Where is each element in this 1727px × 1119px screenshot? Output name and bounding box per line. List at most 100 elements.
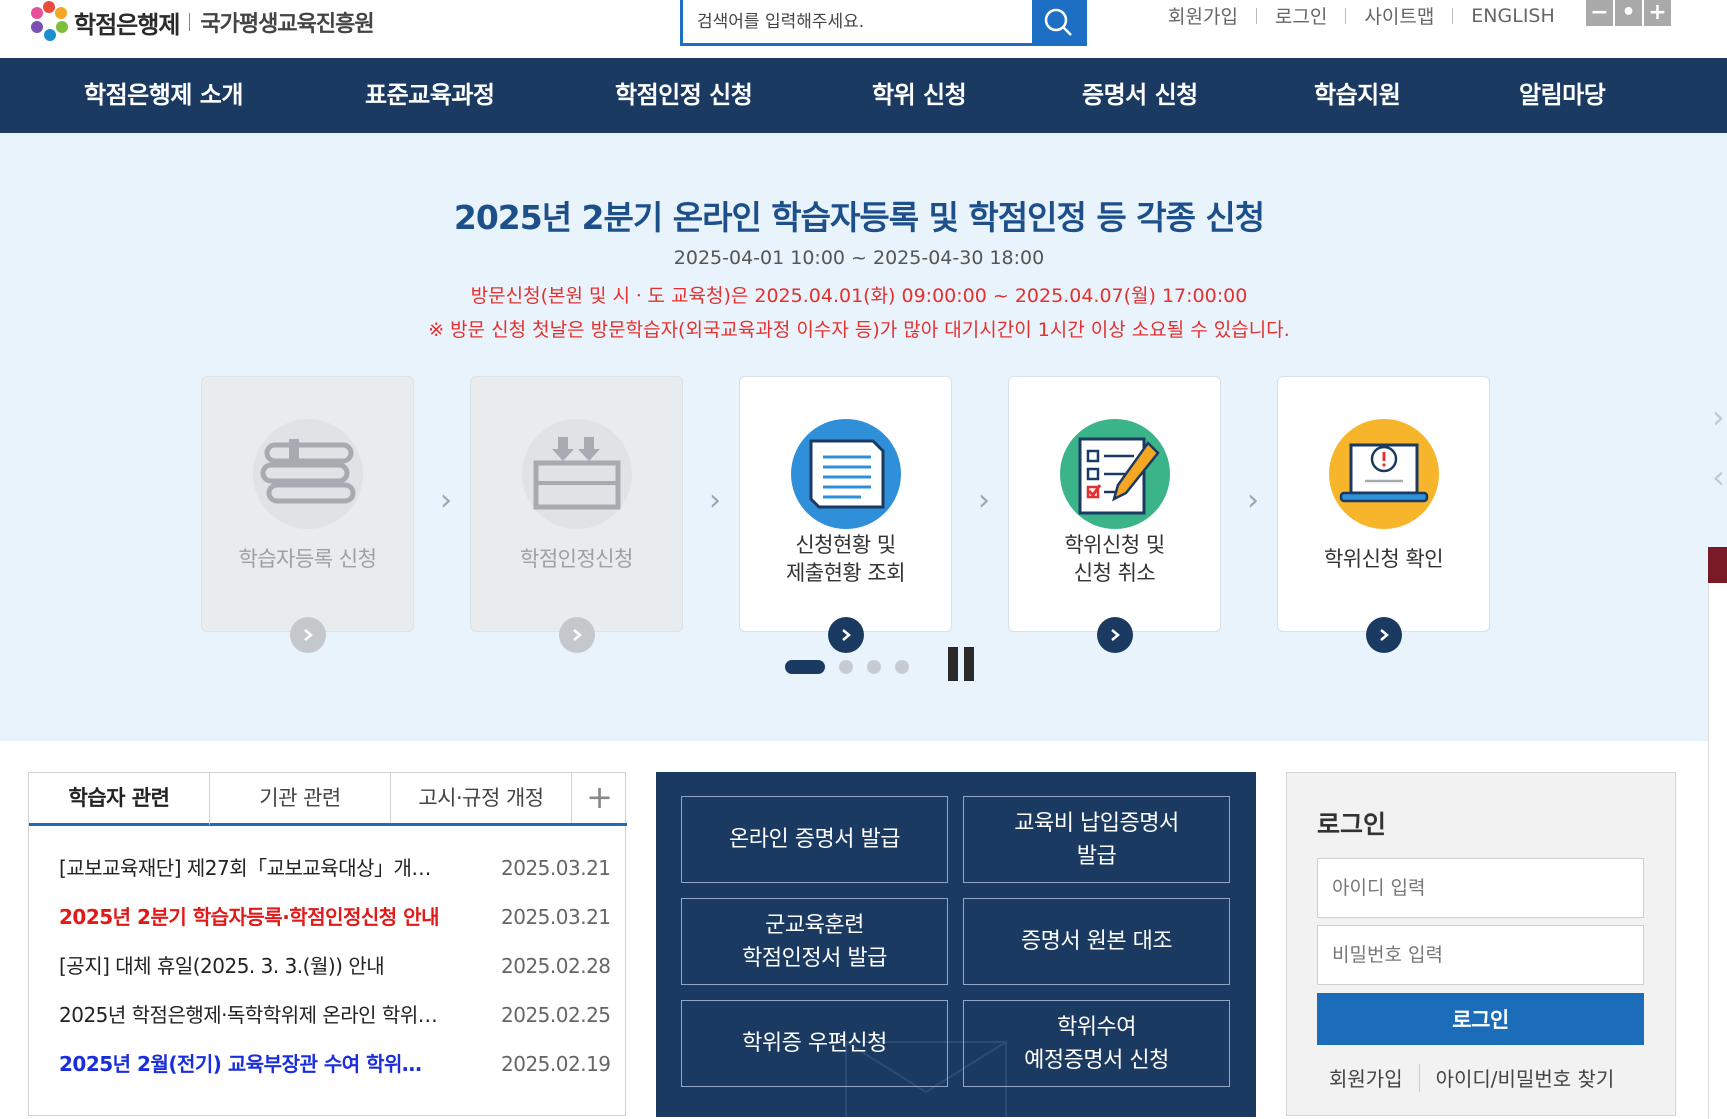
- english-link[interactable]: ENGLISH: [1471, 5, 1554, 27]
- button-label: 학위증 우편신청: [742, 1027, 887, 1060]
- military-credit-certificate-button[interactable]: 군교육훈련학점인정서 발급: [681, 898, 948, 985]
- site-logo[interactable]: 학점은행제 국가평생교육진흥원: [28, 0, 375, 44]
- banner-visit-note: 방문신청(본원 및 시ㆍ도 교육청)은 2025.04.01(화) 09:00:…: [470, 285, 1248, 307]
- chevron-left-icon[interactable]: ‹: [1712, 458, 1725, 496]
- notice-title[interactable]: 2025년 2분기 학습자등록·학점인정신청 안내: [59, 902, 439, 932]
- card-go-button[interactable]: [828, 617, 864, 653]
- card-status-inquiry[interactable]: 신청현황 및 제출현황 조회: [739, 376, 952, 653]
- diploma-mail-button[interactable]: 학위증 우편신청: [681, 1000, 948, 1087]
- button-label: 교육비 납입증명서발급: [1014, 807, 1179, 873]
- nav-item-certificate[interactable]: 증명서 신청: [1082, 58, 1198, 133]
- login-password-input[interactable]: [1317, 925, 1644, 985]
- slide-dot-2[interactable]: [839, 660, 853, 674]
- notice-title[interactable]: [교보교육재단] 제27회「교보교육대상」개최 안내: [59, 853, 439, 883]
- card-degree-apply-cancel[interactable]: 학위신청 및 신청 취소: [1008, 376, 1221, 653]
- pause-button[interactable]: [948, 647, 978, 681]
- label-line: 교육비 납입증명서: [1014, 810, 1179, 836]
- step-arrow-icon: ›: [440, 483, 452, 518]
- nav-item-learning-support[interactable]: 학습지원: [1314, 58, 1401, 133]
- font-reset-button[interactable]: •: [1615, 0, 1642, 26]
- login-box: 로그인 로그인 회원가입 아이디/비밀번호 찾기: [1286, 772, 1676, 1116]
- search-button[interactable]: [1032, 0, 1084, 43]
- login-button[interactable]: 로그인: [1317, 993, 1644, 1045]
- card-go-button[interactable]: [290, 617, 326, 653]
- tuition-certificate-button[interactable]: 교육비 납입증명서발급: [963, 796, 1230, 883]
- label-line: 군교육훈련: [765, 912, 864, 938]
- card-learner-registration[interactable]: 학습자등록 신청: [201, 376, 414, 653]
- login-signup-link[interactable]: 회원가입: [1329, 1063, 1403, 1092]
- side-quick-tab[interactable]: [1708, 547, 1727, 583]
- slide-dot-3[interactable]: [867, 660, 881, 674]
- logo-flower-icon: [28, 1, 70, 43]
- card-degree-check[interactable]: 학위신청 확인: [1277, 376, 1490, 653]
- nav-item-credit-apply[interactable]: 학점인정 신청: [615, 58, 753, 133]
- tab-institution[interactable]: 기관 관련: [210, 773, 391, 823]
- chevron-right-icon: [573, 629, 582, 641]
- login-id-input[interactable]: [1317, 858, 1644, 918]
- tab-learner[interactable]: 학습자 관련: [29, 773, 210, 826]
- notice-date: 2025.03.21: [501, 905, 611, 929]
- label-line: 증명서 원본 대조: [1020, 929, 1173, 954]
- card-go-button[interactable]: [1097, 617, 1133, 653]
- list-item[interactable]: 2025년 학점은행제·독학학위제 온라인 학위수여식 안내 2025.02.2…: [59, 1000, 611, 1049]
- label-line: 학위증 우편신청: [742, 1031, 887, 1056]
- login-title: 로그인: [1317, 810, 1387, 839]
- tab-regulation[interactable]: 고시·규정 개정: [391, 773, 572, 823]
- card-label: 학점인정신청: [520, 547, 633, 571]
- notice-list: [교보교육재단] 제27회「교보교육대상」개최 안내 2025.03.21 20…: [59, 853, 611, 1098]
- step-arrow-icon: ›: [978, 483, 990, 518]
- login-link[interactable]: 로그인: [1275, 2, 1327, 29]
- main-nav: 학점은행제 소개 표준교육과정 학점인정 신청 학위 신청 증명서 신청 학습지…: [0, 58, 1727, 133]
- divider: [1452, 7, 1454, 24]
- slide-dot-4[interactable]: [895, 660, 909, 674]
- label-line: 발급: [1076, 843, 1117, 869]
- label-line: 예정증명서 신청: [1024, 1047, 1169, 1073]
- divider: [1345, 7, 1347, 24]
- card-go-button[interactable]: [1366, 617, 1402, 653]
- nav-item-degree-apply[interactable]: 학위 신청: [872, 58, 967, 133]
- divider: [1255, 7, 1257, 24]
- chevron-right-icon: [842, 629, 851, 641]
- online-certificate-button[interactable]: 온라인 증명서 발급: [681, 796, 948, 883]
- notice-date: 2025.02.25: [501, 1003, 611, 1027]
- side-quick-panel: [1708, 583, 1727, 1119]
- slide-dot-1[interactable]: [785, 660, 825, 674]
- card-label: 학습자등록 신청: [238, 547, 377, 571]
- laptop-lightbulb-icon: [1329, 419, 1439, 529]
- notice-title[interactable]: 2025년 학점은행제·독학학위제 온라인 학위수여식 안내: [59, 1000, 439, 1030]
- font-increase-button[interactable]: +: [1644, 0, 1671, 26]
- card-credit-recognition[interactable]: 학점인정신청: [470, 376, 683, 653]
- more-plus-icon[interactable]: +: [572, 773, 627, 823]
- pause-icon: [948, 647, 958, 681]
- sitemap-link[interactable]: 사이트맵: [1364, 2, 1434, 29]
- certificate-verify-button[interactable]: 증명서 원본 대조: [963, 898, 1230, 985]
- list-item[interactable]: [교보교육재단] 제27회「교보교육대상」개최 안내 2025.03.21: [59, 853, 611, 902]
- expected-degree-certificate-button[interactable]: 학위수여예정증명서 신청: [963, 1000, 1230, 1087]
- logo-divider: [189, 13, 191, 31]
- list-item[interactable]: 2025년 2분기 학습자등록·학점인정신청 안내 2025.03.21: [59, 902, 611, 951]
- notice-title[interactable]: [공지] 대체 휴일(2025. 3. 3.(월)) 안내: [59, 951, 439, 981]
- notice-title[interactable]: 2025년 2월(전기) 교육부장관 수여 학위취득자 안내: [59, 1049, 439, 1079]
- list-item[interactable]: [공지] 대체 휴일(2025. 3. 3.(월)) 안내 2025.02.28: [59, 951, 611, 1000]
- button-label: 온라인 증명서 발급: [729, 823, 900, 856]
- label-line: 학위수여: [1057, 1014, 1136, 1040]
- button-label: 증명서 원본 대조: [1020, 925, 1173, 958]
- document-list-icon: [791, 419, 901, 529]
- nav-item-notice[interactable]: 알림마당: [1519, 58, 1606, 133]
- signup-link[interactable]: 회원가입: [1168, 2, 1238, 29]
- font-size-controls: − • +: [1586, 0, 1671, 26]
- nav-item-curriculum[interactable]: 표준교육과정: [365, 58, 495, 133]
- label-line: 온라인 증명서 발급: [729, 827, 900, 852]
- quick-menu: 온라인 증명서 발급 교육비 납입증명서발급 군교육훈련학점인정서 발급 증명서…: [656, 772, 1256, 1117]
- search-input[interactable]: [683, 0, 1032, 43]
- card-go-button[interactable]: [559, 617, 595, 653]
- header: 학점은행제 국가평생교육진흥원 회원가입 로그인 사이트맵 ENGLISH −: [0, 0, 1727, 58]
- font-decrease-button[interactable]: −: [1586, 0, 1613, 26]
- chevron-right-icon[interactable]: ›: [1712, 398, 1725, 436]
- banner-period: 2025-04-01 10:00 ~ 2025-04-30 18:00: [673, 247, 1045, 269]
- list-item[interactable]: 2025년 2월(전기) 교육부장관 수여 학위취득자 안내 2025.02.1…: [59, 1049, 611, 1098]
- label-line: 학점인정서 발급: [742, 945, 887, 971]
- chevron-right-icon: [1111, 629, 1120, 641]
- find-account-link[interactable]: 아이디/비밀번호 찾기: [1436, 1063, 1615, 1092]
- nav-item-intro[interactable]: 학점은행제 소개: [84, 58, 243, 133]
